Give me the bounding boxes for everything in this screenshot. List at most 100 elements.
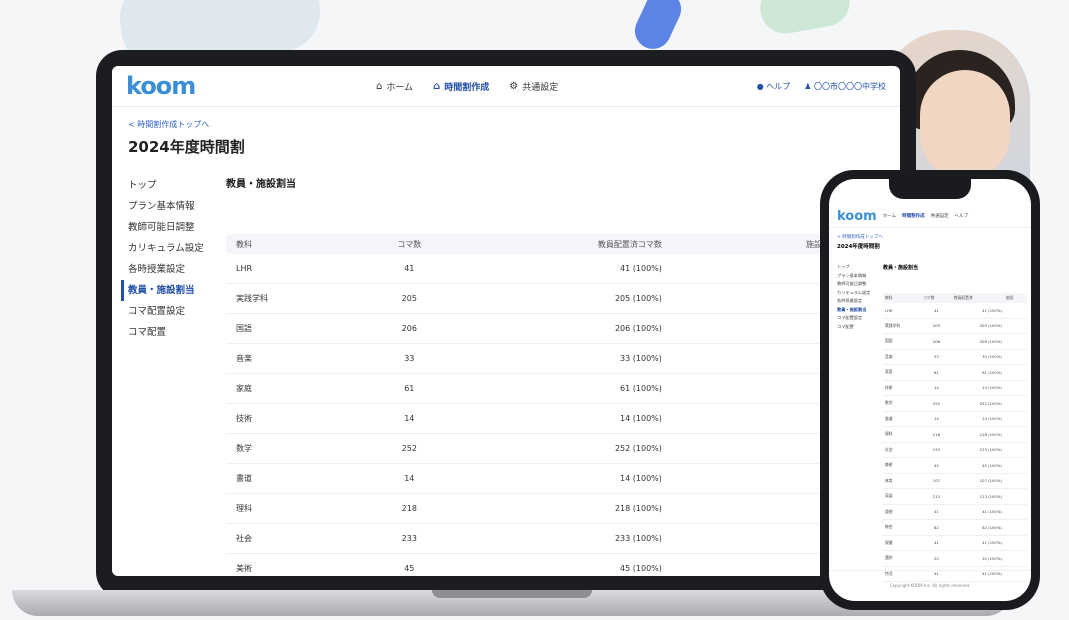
phone-breadcrumb[interactable]: < 時間割作成トップへ <box>837 234 1023 240</box>
phone-table-header-row: 教科 コマ数 教員配置済 施設 <box>883 293 1027 303</box>
phone-page-title: 2024年度時間割 <box>837 244 880 250</box>
table-cell: 82 <box>921 519 952 536</box>
phone-sidebar-item[interactable]: 教師可能日調整 <box>837 281 883 290</box>
table-cell <box>1003 380 1027 396</box>
phone-content: トップ プラン基本情報 教師可能日調整 カリキュラム設定 各時授業設定 教員・施… <box>829 264 1031 582</box>
phone-sidebar-item[interactable]: トップ <box>837 264 883 273</box>
table-cell: 205 (100%) <box>951 318 1004 334</box>
phone-sidebar-item[interactable]: カリキュラム設定 <box>837 290 883 299</box>
table-cell: 206 <box>921 333 952 350</box>
column-header: コマ数 <box>921 293 952 303</box>
table-cell: 218 (100%) <box>463 493 672 524</box>
phone-section-title: 教員・施設割当 <box>883 265 919 271</box>
phone-logo[interactable]: koom <box>837 209 877 224</box>
column-header: 教科 <box>226 234 355 254</box>
table-row: 社会233233 (100%)233 (100%) <box>226 523 880 554</box>
table-cell: 107 (100%) <box>951 473 1004 489</box>
table-cell: 206 (100%) <box>463 313 672 344</box>
table-cell: 技術 <box>883 380 922 396</box>
table-cell: 61 (100%) <box>463 373 672 404</box>
phone-main: 教員・施設割当 教科 コマ数 教員配置済 施設 LHR 41 41 (100%) 実… <box>883 264 1031 582</box>
table-cell <box>1003 411 1027 427</box>
sidebar-item-plan-info[interactable]: プラン基本情報 <box>128 196 226 217</box>
table-cell: 14 (100%) <box>463 403 672 434</box>
table-cell: 206 <box>354 313 464 344</box>
table-row: 英語 213 213 (100%) <box>883 488 1027 505</box>
table-cell: 14 (100%) <box>951 380 1004 396</box>
phone-device: koom ホーム 時間割作成 共通設定 ヘルプ < 時間割作成トップへ 2024… <box>820 170 1040 610</box>
phone-sidebar-item[interactable]: プラン基本情報 <box>837 273 883 282</box>
table-cell: 107 <box>921 473 952 489</box>
phone-nav-common[interactable]: 共通設定 <box>931 213 949 219</box>
table-cell: 252 <box>921 395 952 412</box>
help-link[interactable]: ● ヘルプ <box>757 81 791 92</box>
table-cell <box>1003 488 1027 505</box>
page-title: 2024年度時間割 <box>128 138 245 156</box>
table-cell: 41 (100%) <box>951 504 1004 520</box>
user-label: 〇〇市〇〇〇中学校 <box>814 81 886 91</box>
section-title: 教員・施設割当 <box>226 179 296 190</box>
phone-nav-home[interactable]: ホーム <box>883 213 896 219</box>
app-logo[interactable]: koom <box>126 72 376 100</box>
table-cell <box>1003 473 1027 489</box>
table-cell: 国語 <box>226 313 355 344</box>
table-row: 国語206206 (100%)206 (100%) <box>226 313 880 344</box>
phone-sidebar-item[interactable]: コマ配置設定 <box>837 315 883 324</box>
table-cell: 82 (100%) <box>951 519 1004 536</box>
table-cell: 実践学科 <box>883 318 922 334</box>
table-row: 美術4545 (100%)45 (100%) <box>226 553 880 576</box>
sidebar-item-slot-settings[interactable]: コマ配置設定 <box>128 301 226 322</box>
help-label: ヘルプ <box>766 81 791 91</box>
table-cell: 61 (100%) <box>951 364 1004 381</box>
home-icon: ⌂ <box>376 80 383 92</box>
sidebar-item-lesson-settings[interactable]: 各時授業設定 <box>128 259 226 280</box>
table-cell <box>1003 349 1027 365</box>
content-area: トップ プラン基本情報 教師可能日調整 カリキュラム設定 各時授業設定 教員・施… <box>112 175 900 576</box>
phone-sidebar-item[interactable]: コマ配置 <box>837 324 883 333</box>
table-cell: 社会 <box>883 442 922 458</box>
table-cell: 実践学科 <box>226 283 355 314</box>
table-row: 体育 107 107 (100%) <box>883 473 1027 489</box>
table-cell: 技術 <box>226 403 355 434</box>
nav-home[interactable]: ⌂ ホーム <box>376 80 413 93</box>
table-cell: 41 (100%) <box>951 303 1004 319</box>
table-cell: 数学 <box>226 433 355 464</box>
nav-timetable[interactable]: ⌂ 時間割作成 <box>433 80 489 93</box>
table-row: 音楽 33 33 (100%) <box>883 349 1027 365</box>
phone-footer: Copyright KOOM Inc. All rights reserved. <box>829 570 1031 601</box>
phone-sidebar-item[interactable]: 教員・施設割当 <box>837 307 883 316</box>
user-menu[interactable]: ♟ 〇〇市〇〇〇中学校 <box>804 81 886 92</box>
table-cell: 41 (100%) <box>951 535 1004 551</box>
home-icon: ⌂ <box>433 80 441 92</box>
background-shape <box>629 0 687 55</box>
help-icon: ● <box>756 81 764 91</box>
sidebar-item-top[interactable]: トップ <box>128 175 226 196</box>
table-cell: 選択 <box>883 550 922 567</box>
sidebar-item-teacher-facility[interactable]: 教員・施設割当 <box>121 280 226 301</box>
table-cell: 社会 <box>226 523 355 554</box>
sidebar-item-slot-placement[interactable]: コマ配置 <box>128 322 226 343</box>
table-cell: 20 <box>921 550 952 567</box>
table-cell: 45 (100%) <box>951 457 1004 474</box>
phone-nav-help[interactable]: ヘルプ <box>955 213 969 219</box>
nav-common-settings[interactable]: ⚙ 共通設定 <box>509 80 558 93</box>
phone-nav-timetable[interactable]: 時間割作成 <box>902 213 925 219</box>
breadcrumb[interactable]: < 時間割作成トップへ <box>128 119 884 130</box>
phone-notch <box>889 179 971 199</box>
column-header: 教員配置済 <box>951 293 1004 303</box>
phone-sidebar-item[interactable]: 各時授業設定 <box>837 298 883 307</box>
table-cell: 家庭 <box>883 364 922 381</box>
sidebar-item-teacher-days[interactable]: 教師可能日調整 <box>128 217 226 238</box>
sidebar-item-curriculum[interactable]: カリキュラム設定 <box>128 238 226 259</box>
table-cell: 総合 <box>883 519 922 536</box>
table-cell: 14 <box>354 403 464 434</box>
table-row: 道徳 41 41 (100%) <box>883 504 1027 520</box>
column-header: 教員配置済コマ数 <box>463 234 672 254</box>
phone-sidebar: トップ プラン基本情報 教師可能日調整 カリキュラム設定 各時授業設定 教員・施… <box>829 264 883 582</box>
table-cell: 14 (100%) <box>463 463 672 494</box>
table-cell: LHR <box>226 254 355 284</box>
table-cell <box>1003 333 1027 350</box>
allocation-table: 教科 コマ数 教員配置済コマ数 施設配置済コマ数 LHR4141 (100%)4… <box>226 234 880 576</box>
table-cell: 理科 <box>226 493 355 524</box>
nav-label: ホーム <box>386 82 414 93</box>
